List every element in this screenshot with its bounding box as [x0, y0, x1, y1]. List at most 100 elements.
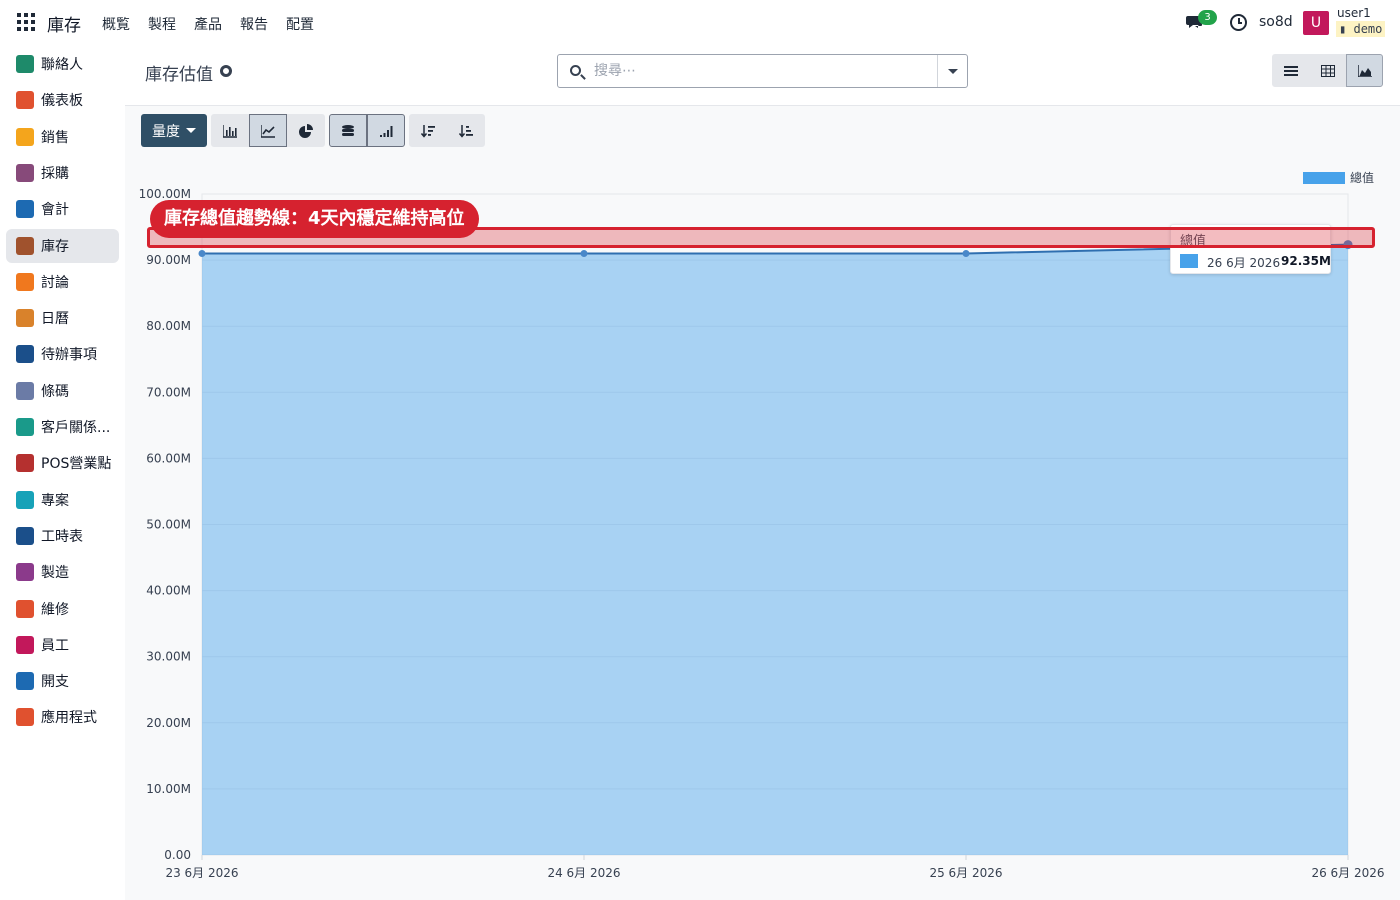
app-icon: [16, 563, 34, 582]
search-input[interactable]: [594, 62, 924, 80]
app-icon: [16, 127, 34, 146]
app-icon: [16, 91, 34, 110]
y-tick-label: 20.00M: [146, 716, 191, 730]
tooltip-swatch: [1180, 254, 1198, 268]
app-icon: [16, 599, 34, 618]
x-tick-label: 24 6月 2026: [547, 866, 620, 880]
sidebar-item-label: 討論: [41, 274, 69, 291]
graph-view-button[interactable]: [1346, 54, 1383, 87]
sidebar-item[interactable]: 維修: [6, 592, 119, 626]
app-icon: [16, 163, 34, 182]
sidebar-item[interactable]: 員工: [6, 628, 119, 662]
list-view-button[interactable]: [1272, 54, 1309, 87]
sidebar-item[interactable]: 工時表: [6, 519, 119, 553]
sidebar-item-label: 銷售: [41, 129, 69, 146]
sidebar-item-label: 條碼: [41, 383, 69, 400]
app-icon: [16, 345, 34, 364]
menu-item-configuration[interactable]: 配置: [286, 14, 314, 34]
sidebar-item[interactable]: 應用程式: [6, 700, 119, 734]
app-grid-icon[interactable]: [17, 13, 35, 31]
app-icon: [16, 381, 34, 400]
user-avatar[interactable]: U: [1303, 11, 1329, 35]
sidebar-item-label: 製造: [41, 565, 69, 582]
sidebar-item[interactable]: 庫存: [6, 228, 119, 263]
y-tick-label: 10.00M: [146, 782, 191, 796]
app-icon: [16, 236, 34, 255]
control-panel: 庫存估值: [125, 46, 1400, 106]
legend-label: 總值: [1350, 171, 1375, 185]
sidebar-item[interactable]: 待辦事項: [6, 337, 119, 371]
annotation-label: 庫存總值趨勢線：4天內穩定維持高位: [150, 200, 479, 238]
sidebar-item[interactable]: POS營業點: [6, 446, 119, 480]
tooltip-date: 26 6月 2026: [1207, 256, 1281, 270]
menu-item-products[interactable]: 產品: [194, 14, 222, 34]
app-icon: [16, 272, 34, 291]
sidebar-item-label: 會計: [41, 202, 69, 219]
y-tick-label: 90.00M: [146, 253, 191, 267]
app-icon: [16, 708, 34, 727]
sidebar-item[interactable]: 條碼: [6, 374, 119, 408]
legend-swatch: [1303, 171, 1345, 184]
sidebar-item[interactable]: 銷售: [6, 120, 119, 154]
x-tick-label: 23 6月 2026: [165, 866, 238, 880]
area-chart-icon: [1358, 65, 1372, 77]
y-tick-label: 50.00M: [146, 518, 191, 532]
search-bar[interactable]: [557, 54, 968, 88]
app-icon: [16, 454, 34, 473]
menu-item-reporting[interactable]: 報告: [240, 14, 268, 34]
clock-icon[interactable]: [1230, 14, 1247, 31]
sidebar-item-label: 庫存: [41, 238, 69, 255]
chart-legend[interactable]: 總值: [1303, 169, 1374, 186]
gear-icon[interactable]: [220, 65, 232, 77]
sidebar-item-label: 工時表: [41, 528, 83, 545]
y-tick-label: 30.00M: [146, 650, 191, 664]
y-tick-label: 60.00M: [146, 451, 191, 465]
sidebar-item[interactable]: 日曆: [6, 301, 119, 335]
page-title: 庫存估值: [145, 65, 213, 85]
app-icon: [16, 55, 34, 73]
sidebar-item-label: POS營業點: [41, 456, 112, 473]
app-icon: [16, 309, 34, 328]
chat-count-badge: 3: [1198, 10, 1217, 25]
graph-content: 量度 0.00 10.00M 20.00M 30.00M 40.00M 50.0…: [125, 106, 1400, 900]
sidebar-item[interactable]: 儀表板: [6, 83, 119, 117]
tooltip-value: 92.35M: [1281, 254, 1331, 268]
data-point: [580, 249, 588, 257]
app-brand[interactable]: 庫存: [47, 11, 81, 36]
app-sidebar: 聯絡人儀表板銷售採購會計庫存討論日曆 待辦事項條碼客戶關係... POS營業點 專案工…: [0, 46, 125, 900]
series-area: [202, 244, 1348, 855]
company-switcher[interactable]: so8d: [1259, 14, 1293, 30]
pivot-table-icon: [1321, 65, 1335, 77]
y-tick-label: 100.00M: [139, 187, 191, 201]
sidebar-item[interactable]: 採購: [6, 156, 119, 190]
sidebar-item-label: 儀表板: [41, 93, 83, 110]
search-options-toggle[interactable]: [937, 55, 967, 87]
sidebar-item-label: 聯絡人: [41, 57, 83, 73]
database-badge: ▮ demo: [1336, 21, 1386, 37]
sidebar-item[interactable]: 會計: [6, 192, 119, 226]
app-icon: [16, 490, 34, 509]
x-tick-label: 26 6月 2026: [1311, 866, 1384, 880]
sidebar-item[interactable]: 討論: [6, 265, 119, 299]
app-icon: [16, 635, 34, 654]
data-point: [962, 249, 970, 257]
sidebar-item[interactable]: 聯絡人: [6, 47, 119, 81]
sidebar-item[interactable]: 開支: [6, 664, 119, 698]
database-name: demo: [1353, 22, 1383, 36]
sidebar-item[interactable]: 製造: [6, 555, 119, 589]
user-name[interactable]: user1: [1337, 6, 1371, 20]
sidebar-item-label: 客戶關係...: [41, 420, 111, 436]
search-icon: [570, 65, 581, 76]
app-icon: [16, 200, 34, 219]
sidebar-item-label: 專案: [41, 492, 69, 509]
x-tick-label: 25 6月 2026: [929, 866, 1002, 880]
menu-item-operations[interactable]: 製程: [148, 14, 176, 34]
pivot-view-button[interactable]: [1309, 54, 1346, 87]
sidebar-item[interactable]: 專案: [6, 483, 119, 517]
menu-item-overview[interactable]: 概覧: [102, 14, 130, 34]
top-menu: 概覧 製程 產品 報告 配置: [102, 14, 332, 34]
database-icon: ▮: [1339, 22, 1347, 36]
sidebar-item[interactable]: 客戶關係...: [6, 410, 119, 444]
sidebar-item-label: 維修: [41, 601, 69, 618]
view-switcher: [1272, 54, 1383, 87]
